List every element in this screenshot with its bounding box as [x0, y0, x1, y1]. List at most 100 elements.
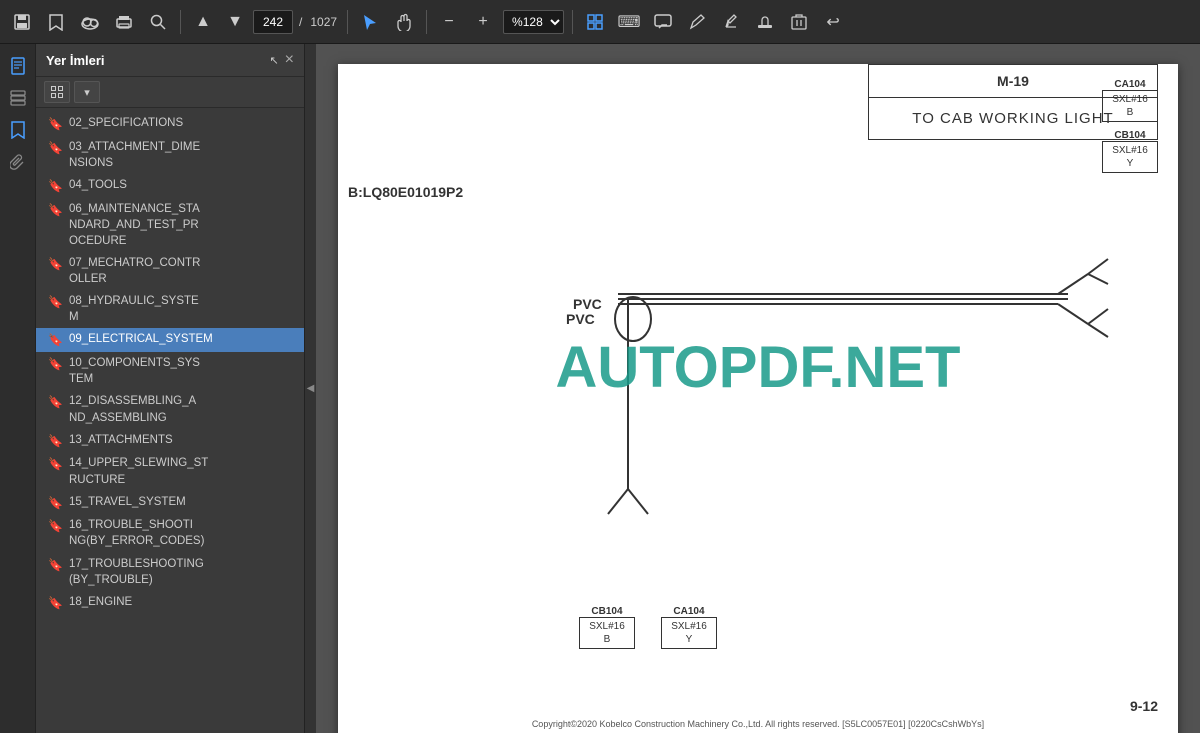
bookmark-item-icon: 🔖	[48, 256, 63, 273]
cursor-indicator: ↖	[269, 54, 278, 67]
sidebar-attachment-icon[interactable]	[4, 148, 32, 176]
bookmark-item-icon: 🔖	[48, 332, 63, 349]
save-icon[interactable]	[8, 8, 36, 36]
sidebar-dropdown-button[interactable]: ▾	[74, 81, 100, 103]
sidebar-item-disassembling[interactable]: 🔖 12_DISASSEMBLING_AND_ASSEMBLING	[36, 390, 304, 428]
page-number-input[interactable]: 242	[253, 10, 293, 34]
sidebar-item-attachment-dimens[interactable]: 🔖 03_ATTACHMENT_DIMENSIONS	[36, 136, 304, 174]
bookmark-item-icon: 🔖	[48, 356, 63, 373]
bookmark-item-icon: 🔖	[48, 456, 63, 473]
comment-icon[interactable]	[649, 8, 677, 36]
wiring-diagram: PVC	[418, 219, 1158, 599]
sidebar-item-label: 04_TOOLS	[69, 177, 296, 193]
cb104-right-spec: SXL#16Y	[1103, 142, 1157, 172]
cb104-bottom-spec: SXL#16B	[580, 618, 634, 648]
cloud-icon[interactable]	[76, 8, 104, 36]
zoom-out-button[interactable]: −	[435, 8, 463, 36]
bookmark-item-icon: 🔖	[48, 595, 63, 612]
sidebar-item-label: 07_MECHATRO_CONTROLLER	[69, 255, 296, 287]
bookmark-item-icon: 🔖	[48, 116, 63, 133]
sidebar-item-label: 08_HYDRAULIC_SYSTEM	[69, 293, 296, 325]
toolbar-separator-1	[180, 10, 181, 34]
sidebar-item-label: 16_TROUBLE_SHOOTING(BY_ERROR_CODES)	[69, 517, 296, 549]
sidebar-item-maintenance[interactable]: 🔖 06_MAINTENANCE_STANDARD_AND_TEST_PROCE…	[36, 198, 304, 252]
sidebar-panel: Yer İmleri ↖ × ▾ 🔖 02_SPECIFICATIONS	[36, 44, 304, 733]
sidebar-page-icon[interactable]	[4, 52, 32, 80]
toolbar-separator-3	[426, 10, 427, 34]
cb104-bottom-group: CB104 SXL#16B	[579, 606, 635, 649]
zoom-in-button[interactable]: +	[469, 8, 497, 36]
svg-text:PVC: PVC	[573, 296, 602, 312]
bookmark-icon[interactable]	[42, 8, 70, 36]
sidebar-item-label: 14_UPPER_SLEWING_STRUCTURE	[69, 455, 296, 487]
bookmark-item-icon: 🔖	[48, 518, 63, 535]
stamp-icon[interactable]	[751, 8, 779, 36]
page-separator: /	[299, 15, 302, 29]
highlight-icon[interactable]	[717, 8, 745, 36]
bottom-connectors: CB104 SXL#16B CA104 SXL#16Y	[579, 606, 717, 649]
main-area: Yer İmleri ↖ × ▾ 🔖 02_SPECIFICATIONS	[0, 44, 1200, 733]
bookmark-item-icon: 🔖	[48, 557, 63, 574]
print-icon[interactable]	[110, 8, 138, 36]
sidebar-item-specifications[interactable]: 🔖 02_SPECIFICATIONS	[36, 112, 304, 136]
sidebar-item-label: 09_ELECTRICAL_SYSTEM	[69, 331, 296, 347]
sidebar-item-engine[interactable]: 🔖 18_ENGINE	[36, 591, 304, 615]
sidebar-item-hydraulic[interactable]: 🔖 08_HYDRAULIC_SYSTEM	[36, 290, 304, 328]
bookmark-item-icon: 🔖	[48, 394, 63, 411]
sidebar-item-upper-slewing[interactable]: 🔖 14_UPPER_SLEWING_STRUCTURE	[36, 452, 304, 490]
sidebar-item-label: 13_ATTACHMENTS	[69, 432, 296, 448]
toolbar-separator-2	[347, 10, 348, 34]
part-label: B:LQ80E01019P2	[348, 184, 463, 200]
zoom-select[interactable]: %128 %100 %75 %50 %150 %200	[503, 10, 564, 34]
sidebar-item-label: 17_TROUBLESHOOTING(BY_TROUBLE)	[69, 556, 296, 588]
ca104-bottom-group: CA104 SXL#16Y	[661, 606, 717, 649]
sidebar-item-electrical[interactable]: 🔖 09_ELECTRICAL_SYSTEM	[36, 328, 304, 352]
undo-icon[interactable]: ↩	[819, 8, 847, 36]
sidebar-item-tools[interactable]: 🔖 04_TOOLS	[36, 174, 304, 198]
page-copyright: Copyright©2020 Kobelco Construction Mach…	[532, 719, 984, 729]
sidebar-item-label: 03_ATTACHMENT_DIMENSIONS	[69, 139, 296, 171]
ca104-right-label: CA104	[1102, 79, 1158, 90]
ca104-right-box: SXL#16B	[1102, 90, 1158, 122]
ca104-bottom-box: SXL#16Y	[661, 617, 717, 649]
sidebar-icon-rail	[0, 44, 36, 733]
sidebar-grid-button[interactable]	[44, 81, 70, 103]
pdf-viewer[interactable]: M-19 TO CAB WORKING LIGHT B:LQ80E01019P2…	[316, 44, 1200, 733]
main-toolbar: ▲ ▼ 242 / 1027 − + %128 %100 %75 %50 %15…	[0, 0, 1200, 44]
page-total: 1027	[310, 15, 337, 29]
nav-up-button[interactable]: ▲	[189, 8, 217, 36]
right-connectors: CA104 SXL#16B CB104 SXL#16Y	[1102, 79, 1158, 173]
sidebar-item-mechatro[interactable]: 🔖 07_MECHATRO_CONTROLLER	[36, 252, 304, 290]
sidebar-bookmark-icon[interactable]	[4, 116, 32, 144]
delete-icon[interactable]	[785, 8, 813, 36]
nav-down-button[interactable]: ▼	[221, 8, 249, 36]
grid-tool[interactable]	[581, 8, 609, 36]
sidebar-layers-icon[interactable]	[4, 84, 32, 112]
keyboard-icon[interactable]: ⌨	[615, 8, 643, 36]
bookmark-item-icon: 🔖	[48, 294, 63, 311]
pvc-label: PVC	[566, 311, 595, 327]
pen-icon[interactable]	[683, 8, 711, 36]
sidebar-item-travel[interactable]: 🔖 15_TRAVEL_SYSTEM	[36, 491, 304, 515]
sidebar-item-attachments[interactable]: 🔖 13_ATTACHMENTS	[36, 429, 304, 453]
sidebar-item-label: 02_SPECIFICATIONS	[69, 115, 296, 131]
toolbar-separator-4	[572, 10, 573, 34]
sidebar-item-trouble-codes[interactable]: 🔖 16_TROUBLE_SHOOTING(BY_ERROR_CODES)	[36, 514, 304, 552]
page-number: 9-12	[1130, 698, 1158, 714]
sidebar-item-components[interactable]: 🔖 10_COMPONENTS_SYSTEM	[36, 352, 304, 390]
sidebar-item-troubleshooting[interactable]: 🔖 17_TROUBLESHOOTING(BY_TROUBLE)	[36, 553, 304, 591]
bookmark-item-icon: 🔖	[48, 495, 63, 512]
pdf-page: M-19 TO CAB WORKING LIGHT B:LQ80E01019P2…	[338, 64, 1178, 733]
cb104-right-label: CB104	[1102, 130, 1158, 141]
ca104-bottom-label: CA104	[661, 606, 717, 617]
ca104-bottom-spec: SXL#16Y	[662, 618, 716, 648]
cb104-right-box: SXL#16Y	[1102, 141, 1158, 173]
cb104-bottom-box: SXL#16B	[579, 617, 635, 649]
sidebar-close-button[interactable]: ×	[285, 52, 294, 68]
pointer-tool[interactable]	[356, 8, 384, 36]
sidebar-toolbar: ▾	[36, 77, 304, 108]
sidebar-item-label: 18_ENGINE	[69, 594, 296, 610]
hand-tool[interactable]	[390, 8, 418, 36]
search-icon[interactable]	[144, 8, 172, 36]
sidebar-collapse-button[interactable]: ◀	[304, 44, 316, 733]
